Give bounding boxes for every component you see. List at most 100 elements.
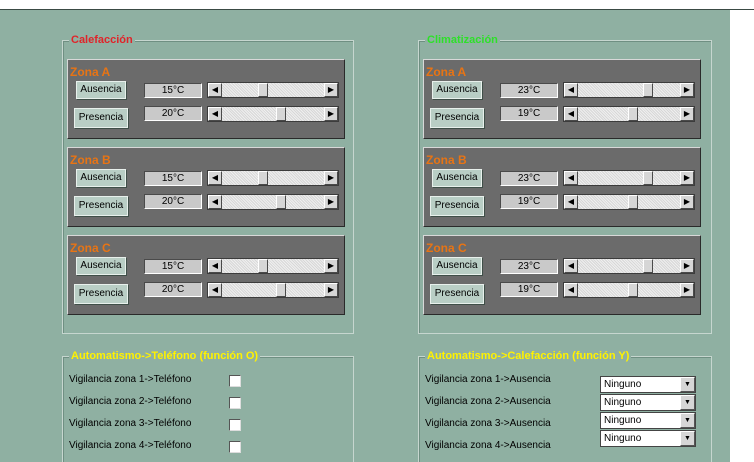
calefaccion-select[interactable]: Ninguno ▼ [600, 394, 696, 411]
scroll-left-icon[interactable]: ◀ [564, 171, 578, 185]
slider-thumb[interactable] [643, 259, 653, 273]
scroll-right-icon[interactable]: ▶ [324, 171, 338, 185]
automatismo-calefaccion-group: Automatismo->Calefacción (función Y) Vig… [418, 350, 712, 462]
chevron-down-icon[interactable]: ▼ [680, 377, 695, 392]
presencia-slider[interactable]: ◀ ▶ [207, 106, 339, 122]
scroll-left-icon[interactable]: ◀ [208, 195, 222, 209]
telefono-checkbox[interactable] [229, 375, 241, 387]
ausencia-value: 23°C [500, 259, 558, 274]
ausencia-value: 15°C [144, 171, 202, 186]
chevron-down-icon[interactable]: ▼ [680, 413, 695, 428]
zone-panel: Zona C Ausencia 15°C ◀ ▶ Presencia 20°C ◀ ▶ [67, 235, 345, 315]
telefono-checkbox[interactable] [229, 441, 241, 453]
chevron-down-icon[interactable]: ▼ [680, 431, 695, 446]
calefaccion-title: Calefacción [69, 34, 135, 47]
scroll-right-icon[interactable]: ▶ [324, 107, 338, 121]
slider-thumb[interactable] [643, 83, 653, 97]
scroll-right-icon[interactable]: ▶ [680, 171, 694, 185]
scroll-left-icon[interactable]: ◀ [564, 107, 578, 121]
telefono-row-label: Vigilancia zona 2->Teléfono [69, 396, 192, 407]
zone-panel: Zona B Ausencia 15°C ◀ ▶ Presencia 20°C ◀ ▶ [67, 147, 345, 227]
scroll-left-icon[interactable]: ◀ [564, 259, 578, 273]
calefaccion-row-label: Vigilancia zona 2->Ausencia [425, 396, 551, 407]
presencia-label: Presencia [430, 108, 484, 128]
zone-panel: Zona B Ausencia 23°C ◀ ▶ Presencia 19°C ◀ ▶ [423, 147, 701, 227]
ausencia-slider[interactable]: ◀ ▶ [563, 170, 695, 186]
slider-thumb[interactable] [258, 171, 268, 185]
presencia-value: 20°C [144, 106, 202, 121]
presencia-slider[interactable]: ◀ ▶ [207, 194, 339, 210]
slider-thumb[interactable] [276, 283, 286, 297]
scroll-right-icon[interactable]: ▶ [680, 83, 694, 97]
presencia-slider[interactable]: ◀ ▶ [563, 106, 695, 122]
telefono-row-label: Vigilancia zona 1->Teléfono [69, 374, 192, 385]
ausencia-slider[interactable]: ◀ ▶ [207, 258, 339, 274]
presencia-value: 19°C [500, 194, 558, 209]
scroll-left-icon[interactable]: ◀ [564, 195, 578, 209]
select-value: Ninguno [604, 433, 642, 444]
ausencia-slider[interactable]: ◀ ▶ [563, 82, 695, 98]
slider-thumb[interactable] [628, 283, 638, 297]
presencia-value: 20°C [144, 194, 202, 209]
calefaccion-select[interactable]: Ninguno ▼ [600, 376, 696, 393]
calefaccion-row-label: Vigilancia zona 1->Ausencia [425, 374, 551, 385]
slider-thumb[interactable] [276, 107, 286, 121]
scroll-left-icon[interactable]: ◀ [208, 259, 222, 273]
ausencia-label: Ausencia [432, 169, 482, 187]
automatismo-calefaccion-title: Automatismo->Calefacción (función Y) [425, 350, 632, 363]
climatizacion-group: Climatización Zona A Ausencia 23°C ◀ ▶ Presen… [418, 34, 712, 334]
scroll-right-icon[interactable]: ▶ [680, 107, 694, 121]
ausencia-label: Ausencia [76, 257, 126, 275]
telefono-row-label: Vigilancia zona 4->Teléfono [69, 440, 192, 451]
ausencia-value: 15°C [144, 259, 202, 274]
scroll-right-icon[interactable]: ▶ [680, 195, 694, 209]
calefaccion-row-label: Vigilancia zona 4->Ausencia [425, 440, 551, 451]
scroll-right-icon[interactable]: ▶ [324, 259, 338, 273]
chevron-down-icon[interactable]: ▼ [680, 395, 695, 410]
ausencia-slider[interactable]: ◀ ▶ [207, 82, 339, 98]
automatismo-telefono-title: Automatismo->Teléfono (función O) [69, 350, 261, 363]
slider-thumb[interactable] [258, 83, 268, 97]
scroll-left-icon[interactable]: ◀ [208, 283, 222, 297]
ausencia-slider[interactable]: ◀ ▶ [563, 258, 695, 274]
scroll-right-icon[interactable]: ▶ [324, 283, 338, 297]
scroll-right-icon[interactable]: ▶ [324, 83, 338, 97]
ausencia-label: Ausencia [432, 81, 482, 99]
scroll-left-icon[interactable]: ◀ [208, 107, 222, 121]
presencia-slider[interactable]: ◀ ▶ [563, 194, 695, 210]
presencia-slider[interactable]: ◀ ▶ [207, 282, 339, 298]
main-panel: Calefacción Zona A Ausencia 15°C ◀ ▶ Presenci… [0, 10, 730, 462]
slider-thumb[interactable] [258, 259, 268, 273]
presencia-value: 19°C [500, 106, 558, 121]
slider-thumb[interactable] [276, 195, 286, 209]
slider-thumb[interactable] [643, 171, 653, 185]
select-value: Ninguno [604, 415, 642, 426]
scroll-right-icon[interactable]: ▶ [680, 283, 694, 297]
slider-thumb[interactable] [628, 195, 638, 209]
slider-thumb[interactable] [628, 107, 638, 121]
ausencia-slider[interactable]: ◀ ▶ [207, 170, 339, 186]
presencia-label: Presencia [74, 108, 128, 128]
ausencia-label: Ausencia [76, 81, 126, 99]
scroll-left-icon[interactable]: ◀ [564, 83, 578, 97]
zone-title: Zona A [426, 65, 467, 79]
scroll-right-icon[interactable]: ▶ [680, 259, 694, 273]
ausencia-value: 15°C [144, 83, 202, 98]
calefaccion-select[interactable]: Ninguno ▼ [600, 412, 696, 429]
presencia-value: 20°C [144, 282, 202, 297]
telefono-checkbox[interactable] [229, 419, 241, 431]
zone-panel: Zona C Ausencia 23°C ◀ ▶ Presencia 19°C ◀ ▶ [423, 235, 701, 315]
presencia-slider[interactable]: ◀ ▶ [563, 282, 695, 298]
scroll-left-icon[interactable]: ◀ [564, 283, 578, 297]
top-bar [0, 0, 754, 10]
ausencia-value: 23°C [500, 83, 558, 98]
ausencia-value: 23°C [500, 171, 558, 186]
zone-panel: Zona A Ausencia 23°C ◀ ▶ Presencia 19°C ◀ ▶ [423, 59, 701, 139]
scroll-left-icon[interactable]: ◀ [208, 83, 222, 97]
scroll-left-icon[interactable]: ◀ [208, 171, 222, 185]
ausencia-label: Ausencia [76, 169, 126, 187]
select-value: Ninguno [604, 379, 642, 390]
telefono-checkbox[interactable] [229, 397, 241, 409]
calefaccion-select[interactable]: Ninguno ▼ [600, 430, 696, 447]
scroll-right-icon[interactable]: ▶ [324, 195, 338, 209]
